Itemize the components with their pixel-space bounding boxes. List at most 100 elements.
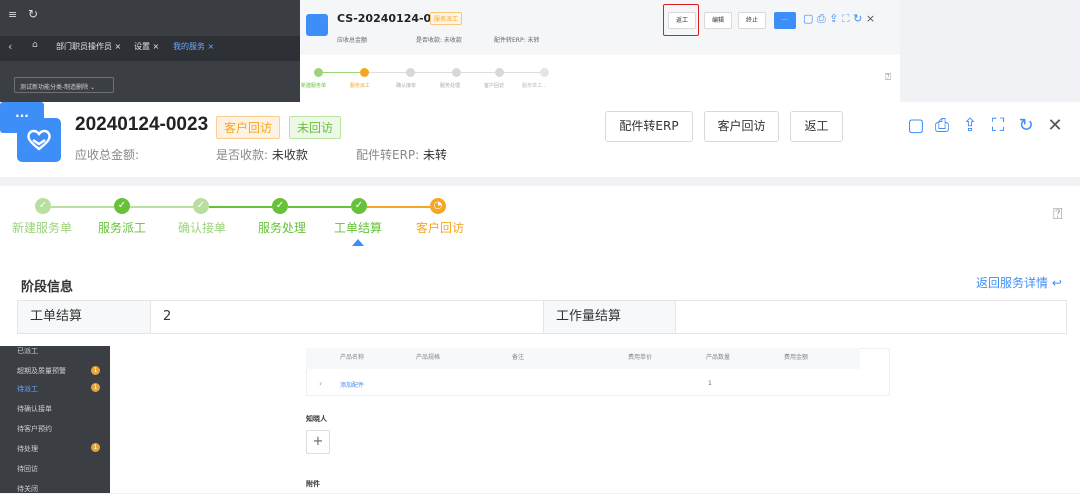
- sidebar-item[interactable]: 待回访: [17, 464, 38, 474]
- highlight-box: [663, 4, 699, 36]
- small-panel-header: [300, 0, 900, 55]
- small-stop-button[interactable]: 终止: [738, 12, 766, 29]
- table-header-cell: 费用金额: [784, 354, 809, 361]
- chevron-left-icon[interactable]: ‹: [8, 40, 12, 53]
- step-connector: [209, 206, 272, 208]
- quantity-cell: 1: [708, 380, 712, 387]
- step-label[interactable]: 工单结算: [334, 219, 382, 236]
- small-more-button[interactable]: ···: [774, 12, 796, 29]
- small-step-line: [504, 72, 541, 73]
- sidebar-item[interactable]: 待客户预约: [17, 424, 52, 434]
- add-part-link[interactable]: 添加配件: [340, 380, 364, 389]
- status-badge: 客户回访: [216, 116, 281, 139]
- order-detail-panel: 20240124-0023 客户回访 未回访 应收总金额: 是否收款: 未收款 …: [0, 102, 1080, 346]
- service-logo-icon: [306, 14, 328, 36]
- order-title: 20240124-0023: [75, 114, 209, 135]
- small-step-dot: [495, 68, 504, 77]
- step-connector: [367, 206, 430, 208]
- refresh-icon[interactable]: ↻: [1016, 115, 1036, 137]
- rework-button[interactable]: 返工: [790, 111, 843, 142]
- home-icon[interactable]: ⌂: [32, 40, 38, 50]
- step-connector: [130, 206, 193, 208]
- payment-status: 是否收款: 未收款: [216, 148, 308, 162]
- small-step-dot: [452, 68, 461, 77]
- close-icon[interactable]: ✕: [1045, 115, 1065, 137]
- filter-select[interactable]: 测试新功能分类-制造删除 ⌄: [14, 77, 114, 93]
- back-to-detail-link[interactable]: 返回服务详情 ↩: [976, 274, 1062, 291]
- step-label[interactable]: 服务处理: [258, 219, 306, 236]
- attachment-label: 附件: [306, 480, 320, 488]
- small-receivable: 应收总金额: [337, 37, 368, 44]
- customer-revisit-button[interactable]: 客户回访: [704, 111, 779, 142]
- service-logo-icon: [17, 118, 61, 162]
- sidebar-item-active[interactable]: 待派工: [17, 384, 38, 394]
- table-header-cell: 备注: [512, 354, 525, 361]
- small-step-label: 新建服务单: [301, 83, 327, 89]
- small-edit-button[interactable]: 编辑: [704, 12, 732, 29]
- document-icon[interactable]: ⍰: [885, 72, 891, 83]
- refresh-icon[interactable]: ↻: [28, 7, 38, 21]
- small-toolbar-icons[interactable]: ▢ ⎙ ⇪ ⛶ ↻ ×: [803, 12, 875, 26]
- background-content: › 添加配件 1 知晓人 + 附件: [110, 346, 1080, 493]
- status-badge: 未回访: [289, 116, 342, 139]
- erp-transfer-button[interactable]: 配件转ERP: [605, 111, 693, 142]
- small-step-label: 服务单工...: [522, 83, 547, 89]
- sidebar-badge: 1: [91, 366, 100, 375]
- sidebar-item[interactable]: 待确认接单: [17, 404, 52, 414]
- small-step-line: [369, 72, 406, 73]
- background-tab-active[interactable]: 我的服务 ×: [173, 41, 214, 52]
- small-step-line: [323, 72, 360, 73]
- expand-icon[interactable]: ›: [319, 379, 322, 388]
- step-clock-icon: ◔: [430, 198, 446, 214]
- step-check-icon: ✓: [351, 198, 367, 214]
- step-check-icon: ✓: [114, 198, 130, 214]
- small-erp: 配件转ERP: 未转: [494, 37, 540, 44]
- small-paid: 是否收款: 未收款: [416, 37, 462, 44]
- step-check-icon: ✓: [35, 198, 51, 214]
- parts-table-header: [306, 348, 860, 369]
- add-notify-button[interactable]: +: [306, 430, 330, 454]
- background-tab[interactable]: 设置 ×: [134, 41, 159, 52]
- comment-icon[interactable]: ▢: [906, 115, 926, 137]
- small-step-line: [461, 72, 498, 73]
- background-tab[interactable]: 部门职员操作员 ×: [56, 41, 121, 52]
- step-label[interactable]: 新建服务单: [12, 219, 72, 236]
- return-icon: ↩: [1051, 276, 1062, 290]
- step-check-icon: ✓: [272, 198, 288, 214]
- small-step-label: 服务派工: [350, 83, 371, 89]
- current-step-indicator: [352, 239, 364, 246]
- settlement-value[interactable]: 2: [151, 301, 544, 333]
- small-step-label: 服务处理: [440, 83, 461, 89]
- sidebar-item[interactable]: 待处理: [17, 444, 38, 454]
- sidebar-badge: 1: [91, 443, 100, 452]
- sidebar-badge: 1: [91, 383, 100, 392]
- sidebar-item[interactable]: 已派工: [17, 346, 38, 356]
- small-step-dot: [314, 68, 323, 77]
- payment-value: 未收款: [271, 148, 308, 162]
- order-header: 20240124-0023 客户回访 未回访 应收总金额: 是否收款: 未收款 …: [0, 102, 1080, 177]
- small-step-dot: [406, 68, 415, 77]
- step-label[interactable]: 客户回访: [416, 219, 464, 236]
- workload-value[interactable]: [676, 301, 1066, 333]
- settlement-label: 工单结算: [18, 301, 151, 333]
- small-step-dot: [360, 68, 369, 77]
- step-label[interactable]: 服务派工: [98, 219, 146, 236]
- step-label[interactable]: 确认接单: [178, 219, 226, 236]
- notify-label: 知晓人: [306, 415, 327, 423]
- sidebar-item[interactable]: 超期及质量预警: [17, 366, 66, 376]
- print-icon[interactable]: ⎙: [932, 115, 952, 137]
- step-check-icon: ✓: [193, 198, 209, 214]
- table-header-cell: 费用单价: [628, 354, 653, 361]
- table-header-cell: 产品名称: [340, 354, 365, 361]
- workload-label: 工作量结算: [544, 301, 676, 333]
- table-header-cell: 产品规格: [416, 354, 441, 361]
- fullscreen-icon[interactable]: ⛶: [988, 115, 1008, 137]
- small-detail-panel: CS-20240124-001 服务派工 应收总金额 是否收款: 未收款 配件转…: [300, 0, 900, 102]
- erp-value: 未转: [423, 148, 448, 162]
- small-step-dot: [540, 68, 549, 77]
- document-icon[interactable]: ⍰: [1053, 204, 1063, 224]
- menu-icon[interactable]: ≡: [8, 8, 17, 21]
- table-header-cell: 产品数量: [706, 354, 731, 361]
- small-status-badge: 服务派工: [430, 12, 463, 25]
- export-icon[interactable]: ⇪: [960, 115, 980, 137]
